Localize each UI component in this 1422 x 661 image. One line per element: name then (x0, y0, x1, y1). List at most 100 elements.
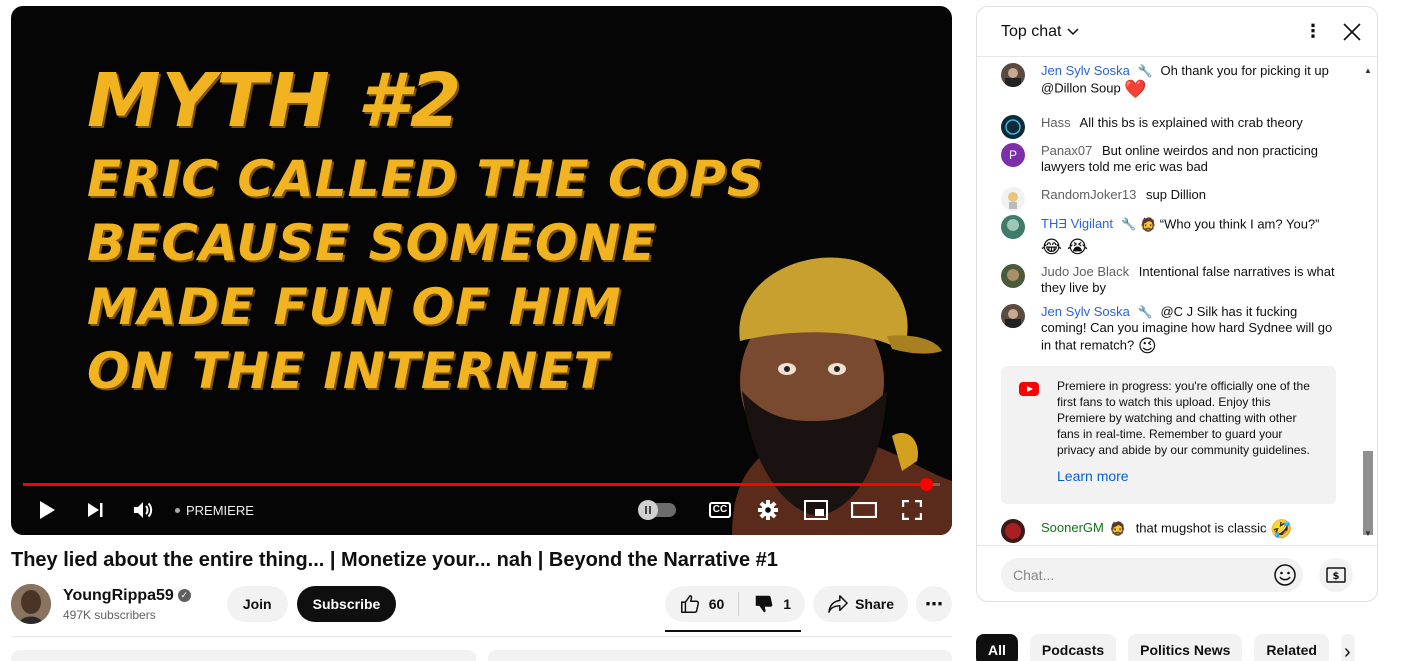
chat-scrollbar[interactable]: ▲ ▼ (1363, 66, 1373, 538)
chat-message: SoonerGM 🧔 that mugshot is classic 🤣 (1001, 519, 1341, 543)
miniplayer-icon (804, 500, 828, 520)
captions-button[interactable]: CC (698, 488, 742, 532)
chat-message: THƎ Vigilant 🔧 🧔 “Who you think I am? You?… (1001, 215, 1341, 257)
avatar-letter: P (1008, 148, 1017, 162)
moderator-wrench-icon: 🔧 (1137, 305, 1153, 319)
close-icon[interactable] (1343, 22, 1361, 41)
video-frame-text: MYTH #2 ERIC CALLED THE COPS BECAUSE SOM… (87, 64, 764, 410)
learn-more-link[interactable]: Learn more (1057, 468, 1316, 484)
chat-author[interactable]: Jen Sylv Soska (1041, 63, 1130, 78)
laughing-crying-emoji: 😂 😭 (1041, 237, 1089, 257)
fullscreen-icon (902, 500, 922, 520)
volume-button[interactable] (121, 488, 165, 532)
chat-messages: Jen Sylv Soska 🔧 Oh thank you for picking… (977, 58, 1377, 545)
theater-mode-button[interactable] (842, 488, 886, 532)
chat-header: Top chat ⋮ (977, 7, 1377, 57)
divider (11, 636, 952, 637)
player-controls: PREMIERE CC (11, 485, 952, 535)
chip-related[interactable]: Related (1254, 634, 1329, 661)
pause-icon (638, 500, 658, 520)
user-avatar[interactable] (1001, 187, 1025, 211)
like-dislike-group: 60 1 (664, 586, 806, 632)
premiere-label: PREMIERE (186, 502, 254, 518)
thumbs-down-icon (756, 595, 773, 613)
join-button[interactable]: Join (226, 586, 288, 622)
chat-text: “Who you think I am? You?” (1159, 216, 1320, 232)
channel-name-row: YoungRippa59 ✓ (63, 587, 191, 605)
user-avatar[interactable] (1001, 115, 1025, 139)
scroll-thumb[interactable] (1363, 451, 1373, 535)
user-avatar[interactable] (1001, 63, 1025, 87)
heart-emoji: ❤️ (1124, 79, 1147, 99)
chip-podcasts[interactable]: Podcasts (1029, 634, 1117, 661)
live-dot-icon (175, 507, 180, 513)
chat-author[interactable]: RandomJoker13 (1041, 187, 1136, 202)
miniplayer-button[interactable] (794, 488, 838, 532)
super-chat-button[interactable]: $ (1319, 557, 1353, 592)
fullscreen-button[interactable] (890, 488, 934, 532)
live-chat-panel: Top chat ⋮ Jen Sylv Soska 🔧 Oh thank you … (976, 6, 1378, 602)
frame-text-line: MADE FUN OF HIM (87, 278, 622, 336)
subscribe-button[interactable]: Subscribe (296, 586, 397, 622)
user-avatar[interactable] (1001, 215, 1025, 239)
chat-input[interactable] (1001, 557, 1303, 592)
more-vertical-icon[interactable]: ⋮ (1301, 21, 1325, 42)
settings-button[interactable] (746, 488, 790, 532)
moderator-wrench-icon: 🔧 (1121, 217, 1136, 232)
frame-text-line: BECAUSE SOMEONE (87, 214, 657, 272)
captions-icon: CC (708, 502, 732, 518)
svg-text:$: $ (1333, 571, 1340, 582)
chat-author[interactable]: Jen Sylv Soska (1041, 304, 1130, 319)
premiere-notice-card: Premiere in progress: you're officially … (1001, 366, 1336, 504)
subscriber-count: 497K subscribers (63, 607, 156, 622)
gear-icon (758, 500, 778, 520)
share-button[interactable]: Share (813, 586, 908, 622)
chat-author[interactable]: Judo Joe Black (1041, 264, 1129, 279)
chat-text: that mugshot is classic (1135, 520, 1267, 536)
super-chat-icon: $ (1326, 566, 1346, 583)
volume-icon (134, 502, 153, 518)
chevron-down-icon (1067, 27, 1080, 35)
emoji-picker-icon[interactable] (1273, 563, 1297, 587)
chat-title: Top chat (1001, 22, 1062, 40)
channel-name[interactable]: YoungRippa59 (63, 587, 174, 605)
play-button[interactable] (25, 488, 69, 532)
more-horizontal-icon: ⋯ (925, 593, 943, 614)
chat-message: RandomJoker13 sup Dillion (1001, 187, 1341, 211)
verified-check-icon: ✓ (177, 589, 191, 602)
chevron-right-icon[interactable]: › (1344, 641, 1351, 661)
recommendation-chips: All Podcasts Politics News Related (976, 634, 1355, 661)
chat-author[interactable]: Hass (1041, 115, 1071, 130)
chip-politics-news[interactable]: Politics News (1128, 634, 1243, 661)
chat-author[interactable]: SoonerGM (1041, 520, 1104, 535)
chat-mode-dropdown[interactable]: Top chat (1001, 22, 1080, 41)
youtube-logo-icon (1019, 382, 1039, 396)
scroll-up-icon[interactable]: ▲ (1364, 66, 1372, 75)
user-avatar[interactable] (1001, 519, 1025, 543)
frame-text-line: ON THE INTERNET (87, 342, 609, 400)
chat-message: Jen Sylv Soska 🔧 Oh thank you for picking… (1001, 63, 1341, 99)
like-button[interactable]: 60 (665, 586, 739, 622)
chip-all[interactable]: All (976, 634, 1018, 661)
chat-input-area: $ (977, 545, 1377, 601)
chat-author[interactable]: THƎ Vigilant (1041, 216, 1113, 231)
scroll-down-icon[interactable]: ▼ (1364, 529, 1372, 538)
content-card (488, 650, 952, 661)
user-avatar[interactable] (1001, 304, 1025, 328)
user-avatar[interactable]: P (1001, 143, 1025, 167)
share-icon (828, 595, 848, 613)
user-avatar[interactable] (1001, 264, 1025, 288)
frame-text-line: MYTH #2 (87, 58, 463, 144)
moderator-wrench-icon: 🔧 (1137, 64, 1153, 78)
dislike-button[interactable]: 1 (739, 586, 805, 622)
chat-author[interactable]: Panax07 (1041, 143, 1092, 158)
next-button[interactable] (73, 488, 117, 532)
chat-message: Jen Sylv Soska 🔧 @C J Silk has it fucking… (1001, 304, 1341, 356)
video-player[interactable]: MYTH #2 ERIC CALLED THE COPS BECAUSE SOM… (11, 6, 952, 535)
chat-message: Hass All this bs is explained with crab … (1001, 115, 1341, 139)
chat-message: P Panax07 But online weirdos and non pra… (1001, 143, 1341, 175)
member-badge-icon: 🧔 (1109, 521, 1127, 536)
autoplay-toggle[interactable] (638, 500, 676, 520)
channel-avatar[interactable] (11, 584, 51, 624)
more-actions-button[interactable]: ⋯ (916, 586, 952, 622)
